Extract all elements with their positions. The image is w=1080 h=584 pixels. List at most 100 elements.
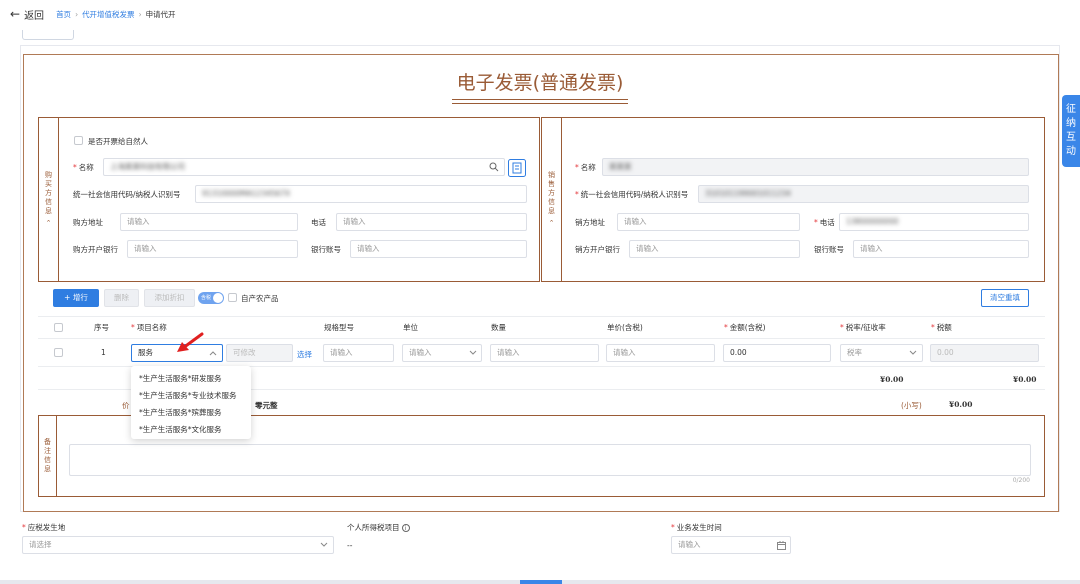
income-tax-label: 个人所得税项目 i — [347, 522, 410, 533]
delete-button[interactable]: 删除 — [104, 289, 139, 307]
modifiable-field: 可修改 — [226, 344, 293, 362]
total-upper-value: 零元整 — [255, 401, 278, 410]
natural-person-checkbox[interactable] — [74, 136, 83, 145]
seller-name-label-text: 名称 — [580, 163, 596, 172]
calendar-icon[interactable] — [777, 541, 786, 550]
seller-side-label: 销 售 方 信 息 ⌃ — [542, 118, 562, 281]
col-header-price: 单价(含税) — [607, 323, 643, 332]
row-checkbox[interactable] — [54, 348, 63, 357]
select-all-checkbox[interactable] — [54, 323, 63, 332]
collapsed-section-tab[interactable] — [22, 30, 74, 40]
seller-phone-value: 13800000000 — [846, 217, 899, 226]
breadcrumb-current: 申请代开 — [145, 9, 176, 19]
top-nav: ← 返回 首页 › 代开增值税发票 › 申请代开 — [0, 0, 1080, 28]
seller-account-input[interactable]: 请输入 — [853, 240, 1029, 258]
income-tax-label-text: 个人所得税项目 — [347, 523, 400, 532]
chevron-down-icon[interactable] — [320, 542, 328, 548]
seller-name-value: 某某某 — [609, 162, 632, 171]
seller-phone-input[interactable]: 13800000000 — [839, 213, 1029, 231]
select-item-link[interactable]: 选择 — [297, 349, 312, 360]
spec-input[interactable]: 请输入 — [323, 344, 394, 362]
search-icon[interactable] — [489, 162, 499, 172]
bottom-scrollbar[interactable] — [0, 580, 1080, 584]
unit-price-input[interactable]: 请输入 — [606, 344, 715, 362]
total-tax: ¥0.00 — [1013, 375, 1037, 384]
seller-taxid-input: 310101199001011234 — [698, 185, 1029, 203]
seller-bank-input[interactable]: 请输入 — [629, 240, 800, 258]
lower-label: (小写) — [901, 401, 922, 410]
back-button[interactable]: 返回 — [24, 7, 44, 22]
collapse-caret-icon[interactable]: ⌃ — [46, 219, 52, 228]
seller-taxid-label-text: 统一社会信用代码/纳税人识别号 — [580, 190, 689, 199]
farm-product-checkbox[interactable] — [228, 293, 237, 302]
col-header-item-name: * 项目名称 — [131, 323, 167, 332]
remark-counter: 0/200 — [1012, 477, 1030, 484]
buyer-account-label: 银行账号 — [311, 245, 341, 254]
interaction-side-tab[interactable]: 征 纳 互 动 — [1062, 95, 1080, 167]
buyer-name-input[interactable]: 上海某某科技有限公司 — [103, 158, 505, 176]
dropdown-option[interactable]: *生产生活服务*研发服务 — [131, 370, 251, 387]
scroll-thumb[interactable] — [520, 580, 562, 584]
total-amount: ¥0.00 — [880, 375, 904, 384]
col-header-index: 序号 — [94, 323, 109, 332]
back-arrow-icon[interactable]: ← — [10, 7, 20, 21]
side-char: 备 — [44, 438, 51, 446]
side-char: 息 — [44, 465, 51, 473]
info-icon[interactable]: i — [401, 524, 410, 532]
title-underline — [452, 99, 628, 100]
side-char: 息 — [45, 207, 52, 215]
buyer-taxid-value: 91310000MA1234567X — [202, 189, 291, 198]
breadcrumb-separator: › — [138, 9, 142, 19]
chevron-down-icon[interactable] — [469, 350, 477, 356]
buyer-taxid-input[interactable]: 91310000MA1234567X — [195, 185, 527, 203]
item-name-dropdown: *生产生活服务*研发服务 *生产生活服务*专业技术服务 *生产生活服务*殡葬服务… — [131, 366, 251, 439]
side-char: 信 — [44, 456, 51, 464]
side-char: 信 — [548, 198, 555, 206]
side-tab-char: 征 — [1066, 104, 1076, 115]
natural-person-label: 是否开票给自然人 — [88, 137, 148, 146]
col-header-rate-text: 税率/征收率 — [845, 323, 886, 332]
remark-textarea[interactable] — [69, 444, 1031, 476]
add-discount-button[interactable]: 添加折扣 — [144, 289, 195, 307]
dropdown-option[interactable]: *生产生活服务*殡葬服务 — [131, 404, 251, 421]
dropdown-option[interactable]: *生产生活服务*文化服务 — [131, 421, 251, 438]
buyer-address-input[interactable]: 请输入 — [120, 213, 298, 231]
chevron-down-icon[interactable] — [909, 350, 917, 356]
breadcrumb-vat[interactable]: 代开增值税发票 — [82, 9, 135, 20]
buyer-account-input[interactable]: 请输入 — [350, 240, 527, 258]
dropdown-option[interactable]: *生产生活服务*专业技术服务 — [131, 387, 251, 404]
buyer-name-value: 上海某某科技有限公司 — [110, 162, 185, 171]
side-char: 售 — [548, 180, 555, 188]
col-header-rate: * 税率/征收率 — [840, 323, 886, 332]
col-header-qty: 数量 — [491, 323, 506, 332]
side-tab-char: 互 — [1066, 132, 1076, 143]
buyer-name-label: * 名称 — [73, 163, 94, 172]
lower-value: ¥0.00 — [949, 400, 973, 409]
invoice-title: 电子发票(普通发票) — [456, 72, 624, 94]
total-label: 价 — [122, 401, 130, 410]
tax-place-select[interactable]: 请选择 — [22, 536, 334, 554]
tax-included-toggle[interactable]: 含税 — [198, 292, 224, 304]
table-top-border — [38, 316, 1045, 317]
business-time-input[interactable]: 请输入 — [671, 536, 791, 554]
document-select-icon[interactable] — [508, 159, 526, 177]
col-header-spec: 规格型号 — [324, 323, 354, 332]
seller-address-label: 销方地址 — [575, 218, 605, 227]
quantity-input[interactable]: 请输入 — [490, 344, 599, 362]
breadcrumb-separator: › — [75, 9, 79, 19]
side-tab-char: 纳 — [1066, 118, 1076, 129]
col-header-item-name-text: 项目名称 — [136, 323, 167, 332]
seller-taxid-value: 310101199001011234 — [705, 189, 791, 198]
collapse-caret-icon[interactable]: ⌃ — [549, 219, 555, 228]
buyer-bank-input[interactable]: 请输入 — [127, 240, 298, 258]
clear-button[interactable]: 清空重填 — [981, 289, 1029, 307]
seller-address-input[interactable]: 请输入 — [617, 213, 800, 231]
buyer-phone-input[interactable]: 请输入 — [336, 213, 527, 231]
side-char: 购 — [45, 171, 52, 179]
side-char: 方 — [548, 189, 555, 197]
amount-input[interactable]: 0.00 — [723, 344, 831, 362]
remark-side-label: 备 注 信 息 — [39, 416, 57, 496]
chevron-up-icon[interactable] — [209, 350, 217, 356]
add-row-button[interactable]: + 增行 — [53, 289, 99, 307]
breadcrumb-home[interactable]: 首页 — [56, 9, 71, 20]
